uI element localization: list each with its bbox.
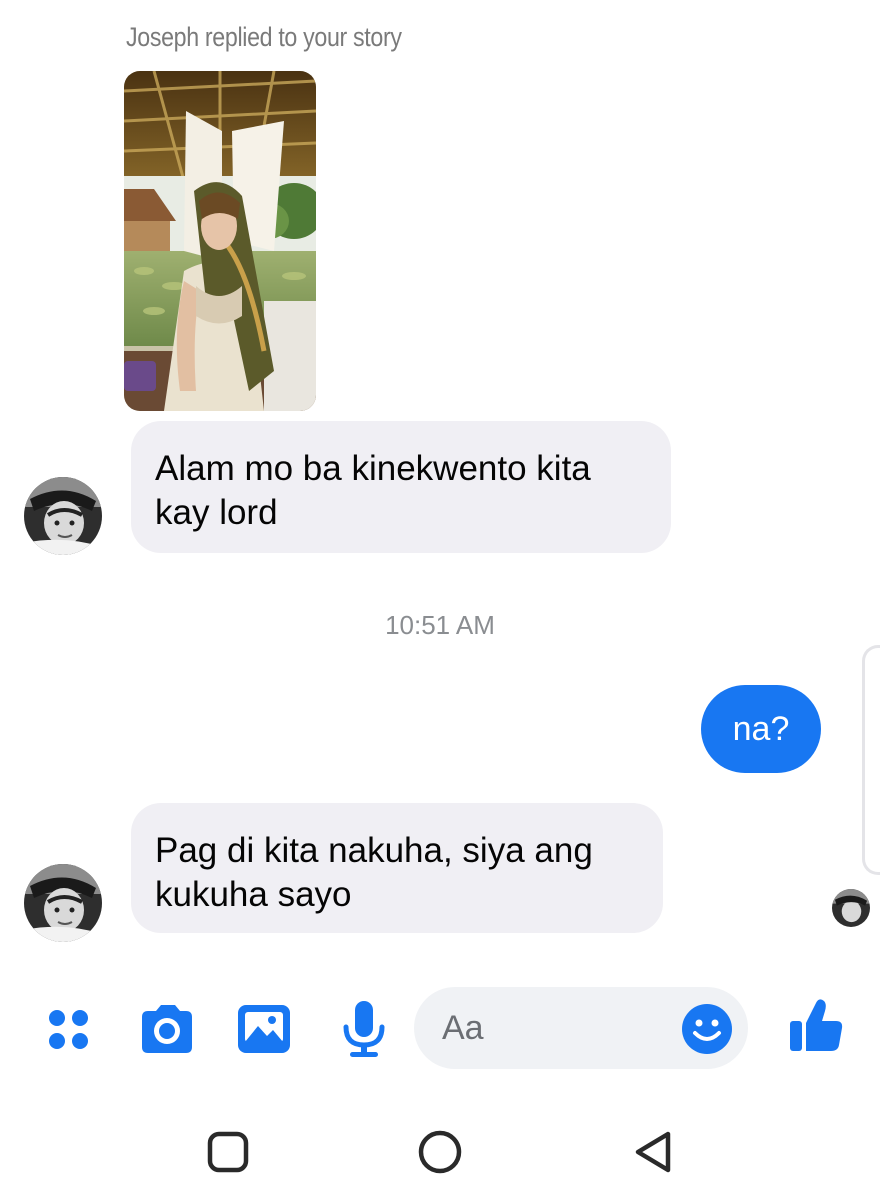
person-avatar-photo (24, 864, 102, 942)
seen-receipt-avatar (832, 889, 870, 927)
thumbs-up-icon[interactable] (786, 995, 846, 1055)
outgoing-message-bubble[interactable]: na? (701, 685, 821, 773)
microphone-icon[interactable] (334, 999, 394, 1059)
back-icon[interactable] (630, 1128, 678, 1176)
person-avatar-photo (832, 889, 870, 927)
gallery-icon[interactable] (234, 999, 294, 1059)
message-composer: Aa (0, 985, 880, 1075)
message-timestamp: 10:51 AM (385, 610, 495, 640)
emoji-icon[interactable] (680, 1002, 734, 1056)
message-line: kay lord (155, 493, 278, 532)
recent-apps-icon[interactable] (204, 1128, 252, 1176)
message-line: kukuha sayo (155, 875, 352, 914)
sender-avatar[interactable] (24, 864, 102, 942)
message-line: Alam mo ba kinekwento kita (155, 449, 591, 488)
system-navigation-bar (0, 1100, 880, 1199)
message-text: na? (732, 710, 790, 748)
story-photo (124, 71, 316, 411)
apps-icon[interactable] (40, 999, 100, 1059)
message-input-placeholder: Aa (442, 1009, 484, 1047)
message-line: Pag di kita nakuha, siya ang (155, 831, 593, 870)
home-icon[interactable] (416, 1128, 464, 1176)
sender-avatar[interactable] (24, 477, 102, 555)
camera-icon[interactable] (136, 999, 196, 1059)
incoming-message-bubble[interactable]: Pag di kita nakuha, siya ang kukuha sayo (131, 803, 663, 933)
chat-screen: Joseph replied to your story Alam mo ba … (0, 0, 880, 1199)
incoming-message-bubble[interactable]: Alam mo ba kinekwento kita kay lord (131, 421, 671, 553)
person-avatar-photo (24, 477, 102, 555)
side-panel-edge[interactable] (862, 645, 880, 875)
story-thumbnail[interactable] (124, 71, 316, 411)
story-reply-header: Joseph replied to your story (126, 22, 402, 52)
message-input[interactable]: Aa (414, 987, 748, 1069)
